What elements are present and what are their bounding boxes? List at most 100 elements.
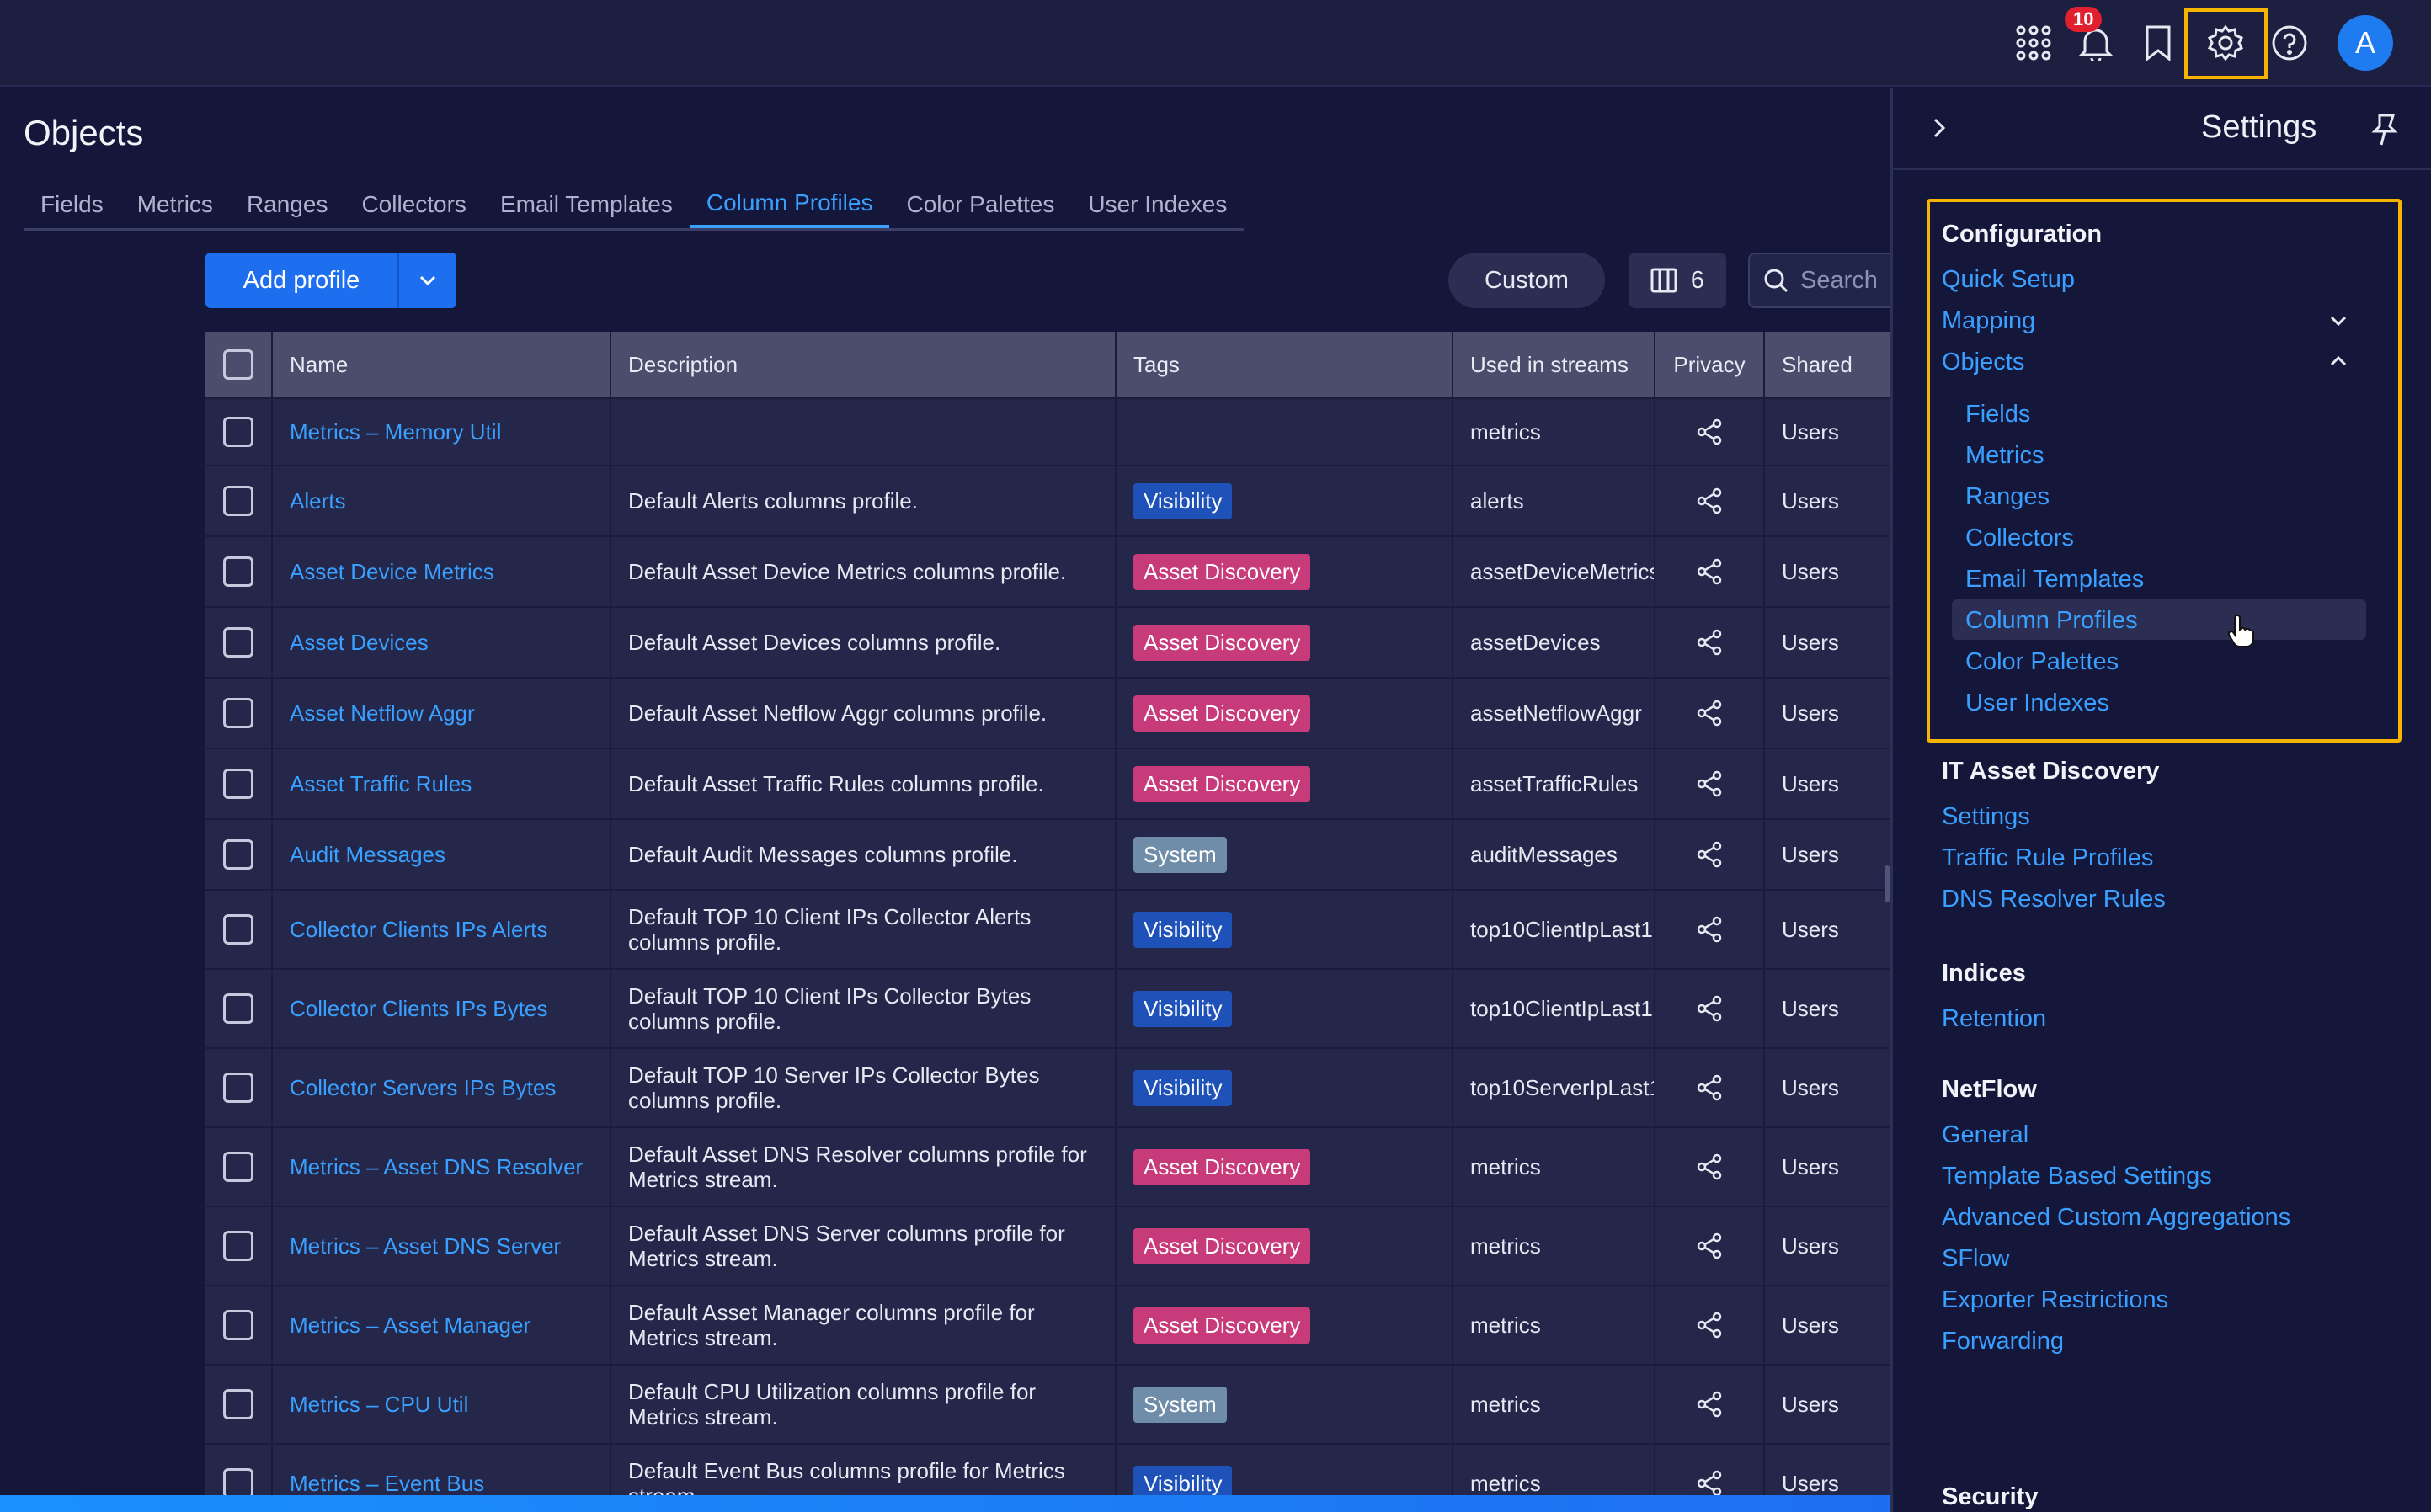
avatar[interactable]: A: [2338, 15, 2393, 71]
row-checkbox[interactable]: [223, 1231, 253, 1261]
nav-color-palettes[interactable]: Color Palettes: [1965, 648, 2119, 676]
share-icon[interactable]: [1695, 994, 1724, 1023]
row-select-cell[interactable]: [205, 749, 273, 818]
nav-traffic-rule-profiles[interactable]: Traffic Rule Profiles: [1942, 844, 2153, 872]
profile-name-link[interactable]: Metrics – Asset DNS Resolver: [290, 1154, 583, 1180]
row-checkbox[interactable]: [223, 486, 253, 516]
table-row[interactable]: Metrics – Asset DNS Resolver Default Asse…: [205, 1128, 1890, 1207]
profile-name-link[interactable]: Collector Servers IPs Bytes: [290, 1075, 556, 1101]
nav-user-indexes[interactable]: User Indexes: [1965, 689, 2109, 717]
table-row[interactable]: Asset Device Metrics Default Asset Device…: [205, 537, 1890, 608]
row-select-cell[interactable]: [205, 399, 273, 465]
profile-name-link[interactable]: Alerts: [290, 488, 345, 514]
share-icon[interactable]: [1695, 628, 1724, 657]
row-select-cell[interactable]: [205, 970, 273, 1047]
header-description[interactable]: Description: [611, 332, 1117, 397]
share-icon[interactable]: [1695, 1232, 1724, 1260]
profile-name-link[interactable]: Metrics – Event Bus: [290, 1471, 484, 1497]
header-used-in-streams[interactable]: Used in streams: [1453, 332, 1655, 397]
row-checkbox[interactable]: [223, 1389, 253, 1419]
table-row[interactable]: Asset Netflow Aggr Default Asset Netflow …: [205, 679, 1890, 749]
profile-name-link[interactable]: Metrics – Asset Manager: [290, 1312, 530, 1339]
nav-asset-settings[interactable]: Settings: [1942, 803, 2030, 831]
row-select-cell[interactable]: [205, 1128, 273, 1206]
columns-button[interactable]: 6: [1629, 253, 1726, 308]
nav-forwarding[interactable]: Forwarding: [1942, 1328, 2064, 1355]
add-profile-button[interactable]: Add profile: [205, 253, 456, 308]
table-row[interactable]: Collector Servers IPs Bytes Default TOP 1…: [205, 1049, 1890, 1128]
apps-grid-icon[interactable]: [2007, 17, 2060, 69]
nav-objects[interactable]: Objects: [1942, 349, 2024, 376]
table-row[interactable]: Asset Devices Default Asset Devices colum…: [205, 608, 1890, 679]
row-select-cell[interactable]: [205, 1286, 273, 1364]
tab-user-indexes[interactable]: User Indexes: [1071, 180, 1244, 228]
row-checkbox[interactable]: [223, 1310, 253, 1340]
share-icon[interactable]: [1695, 557, 1724, 586]
row-checkbox[interactable]: [223, 698, 253, 728]
row-checkbox[interactable]: [223, 1073, 253, 1103]
table-row[interactable]: Metrics – Asset DNS Server Default Asset …: [205, 1207, 1890, 1286]
profile-name-link[interactable]: Collector Clients IPs Alerts: [290, 917, 547, 943]
tab-collectors[interactable]: Collectors: [344, 180, 482, 228]
tab-ranges[interactable]: Ranges: [230, 180, 345, 228]
row-checkbox[interactable]: [223, 1468, 253, 1499]
share-icon[interactable]: [1695, 699, 1724, 727]
profile-name-link[interactable]: Collector Clients IPs Bytes: [290, 996, 547, 1022]
profile-name-link[interactable]: Audit Messages: [290, 842, 445, 868]
profile-name-link[interactable]: Metrics – Asset DNS Server: [290, 1233, 561, 1259]
nav-exporter-restrictions[interactable]: Exporter Restrictions: [1942, 1286, 2168, 1314]
nav-fields[interactable]: Fields: [1965, 401, 2030, 429]
tab-column-profiles[interactable]: Column Profiles: [689, 180, 890, 228]
nav-collectors[interactable]: Collectors: [1965, 524, 2074, 552]
table-row[interactable]: Collector Clients IPs Bytes Default TOP 1…: [205, 970, 1890, 1049]
share-icon[interactable]: [1695, 1073, 1724, 1102]
row-checkbox[interactable]: [223, 627, 253, 658]
nav-general[interactable]: General: [1942, 1121, 2028, 1149]
share-icon[interactable]: [1695, 1469, 1724, 1498]
share-icon[interactable]: [1695, 418, 1724, 446]
share-icon[interactable]: [1695, 769, 1724, 798]
table-row[interactable]: Metrics – Asset Manager Default Asset Man…: [205, 1286, 1890, 1366]
row-select-cell[interactable]: [205, 891, 273, 968]
table-row[interactable]: Alerts Default Alerts columns profile. Vis…: [205, 466, 1890, 537]
pin-icon[interactable]: [2370, 113, 2400, 151]
tab-metrics[interactable]: Metrics: [120, 180, 230, 228]
gear-icon[interactable]: [2199, 17, 2252, 69]
row-checkbox[interactable]: [223, 1152, 253, 1182]
table-row[interactable]: Collector Clients IPs Alerts Default TOP …: [205, 891, 1890, 970]
profile-name-link[interactable]: Metrics – Memory Util: [290, 419, 501, 445]
profile-name-link[interactable]: Asset Netflow Aggr: [290, 700, 475, 727]
select-all-cell[interactable]: [205, 332, 273, 397]
chevron-up-icon[interactable]: [2329, 355, 2348, 371]
tab-email-templates[interactable]: Email Templates: [483, 180, 690, 228]
row-checkbox[interactable]: [223, 417, 253, 447]
row-checkbox[interactable]: [223, 769, 253, 799]
header-privacy[interactable]: Privacy: [1655, 332, 1765, 397]
nav-advanced-custom-aggregations[interactable]: Advanced Custom Aggregations: [1942, 1204, 2290, 1232]
table-row[interactable]: Asset Traffic Rules Default Asset Traffic…: [205, 749, 1890, 820]
nav-template-based-settings[interactable]: Template Based Settings: [1942, 1163, 2212, 1190]
profile-name-link[interactable]: Asset Device Metrics: [290, 559, 494, 585]
row-select-cell[interactable]: [205, 679, 273, 748]
share-icon[interactable]: [1695, 487, 1724, 515]
add-profile-label[interactable]: Add profile: [205, 253, 397, 308]
row-select-cell[interactable]: [205, 1366, 273, 1443]
profile-name-link[interactable]: Metrics – CPU Util: [290, 1392, 468, 1418]
table-row[interactable]: Audit Messages Default Audit Messages col…: [205, 820, 1890, 891]
tab-color-palettes[interactable]: Color Palettes: [889, 180, 1071, 228]
chevron-down-icon[interactable]: [2329, 315, 2348, 331]
row-select-cell[interactable]: [205, 1207, 273, 1285]
collapse-panel-icon[interactable]: [1932, 116, 1947, 144]
nav-dns-resolver-rules[interactable]: DNS Resolver Rules: [1942, 886, 2166, 913]
row-checkbox[interactable]: [223, 839, 253, 870]
header-shared[interactable]: Shared: [1765, 332, 1890, 397]
nav-column-profiles[interactable]: Column Profiles: [1965, 607, 2138, 635]
help-icon[interactable]: [2263, 17, 2316, 69]
row-select-cell[interactable]: [205, 537, 273, 606]
nav-mapping[interactable]: Mapping: [1942, 307, 2035, 335]
share-icon[interactable]: [1695, 1311, 1724, 1339]
row-checkbox[interactable]: [223, 914, 253, 945]
row-select-cell[interactable]: [205, 466, 273, 535]
header-name[interactable]: Name: [273, 332, 611, 397]
header-tags[interactable]: Tags: [1117, 332, 1453, 397]
